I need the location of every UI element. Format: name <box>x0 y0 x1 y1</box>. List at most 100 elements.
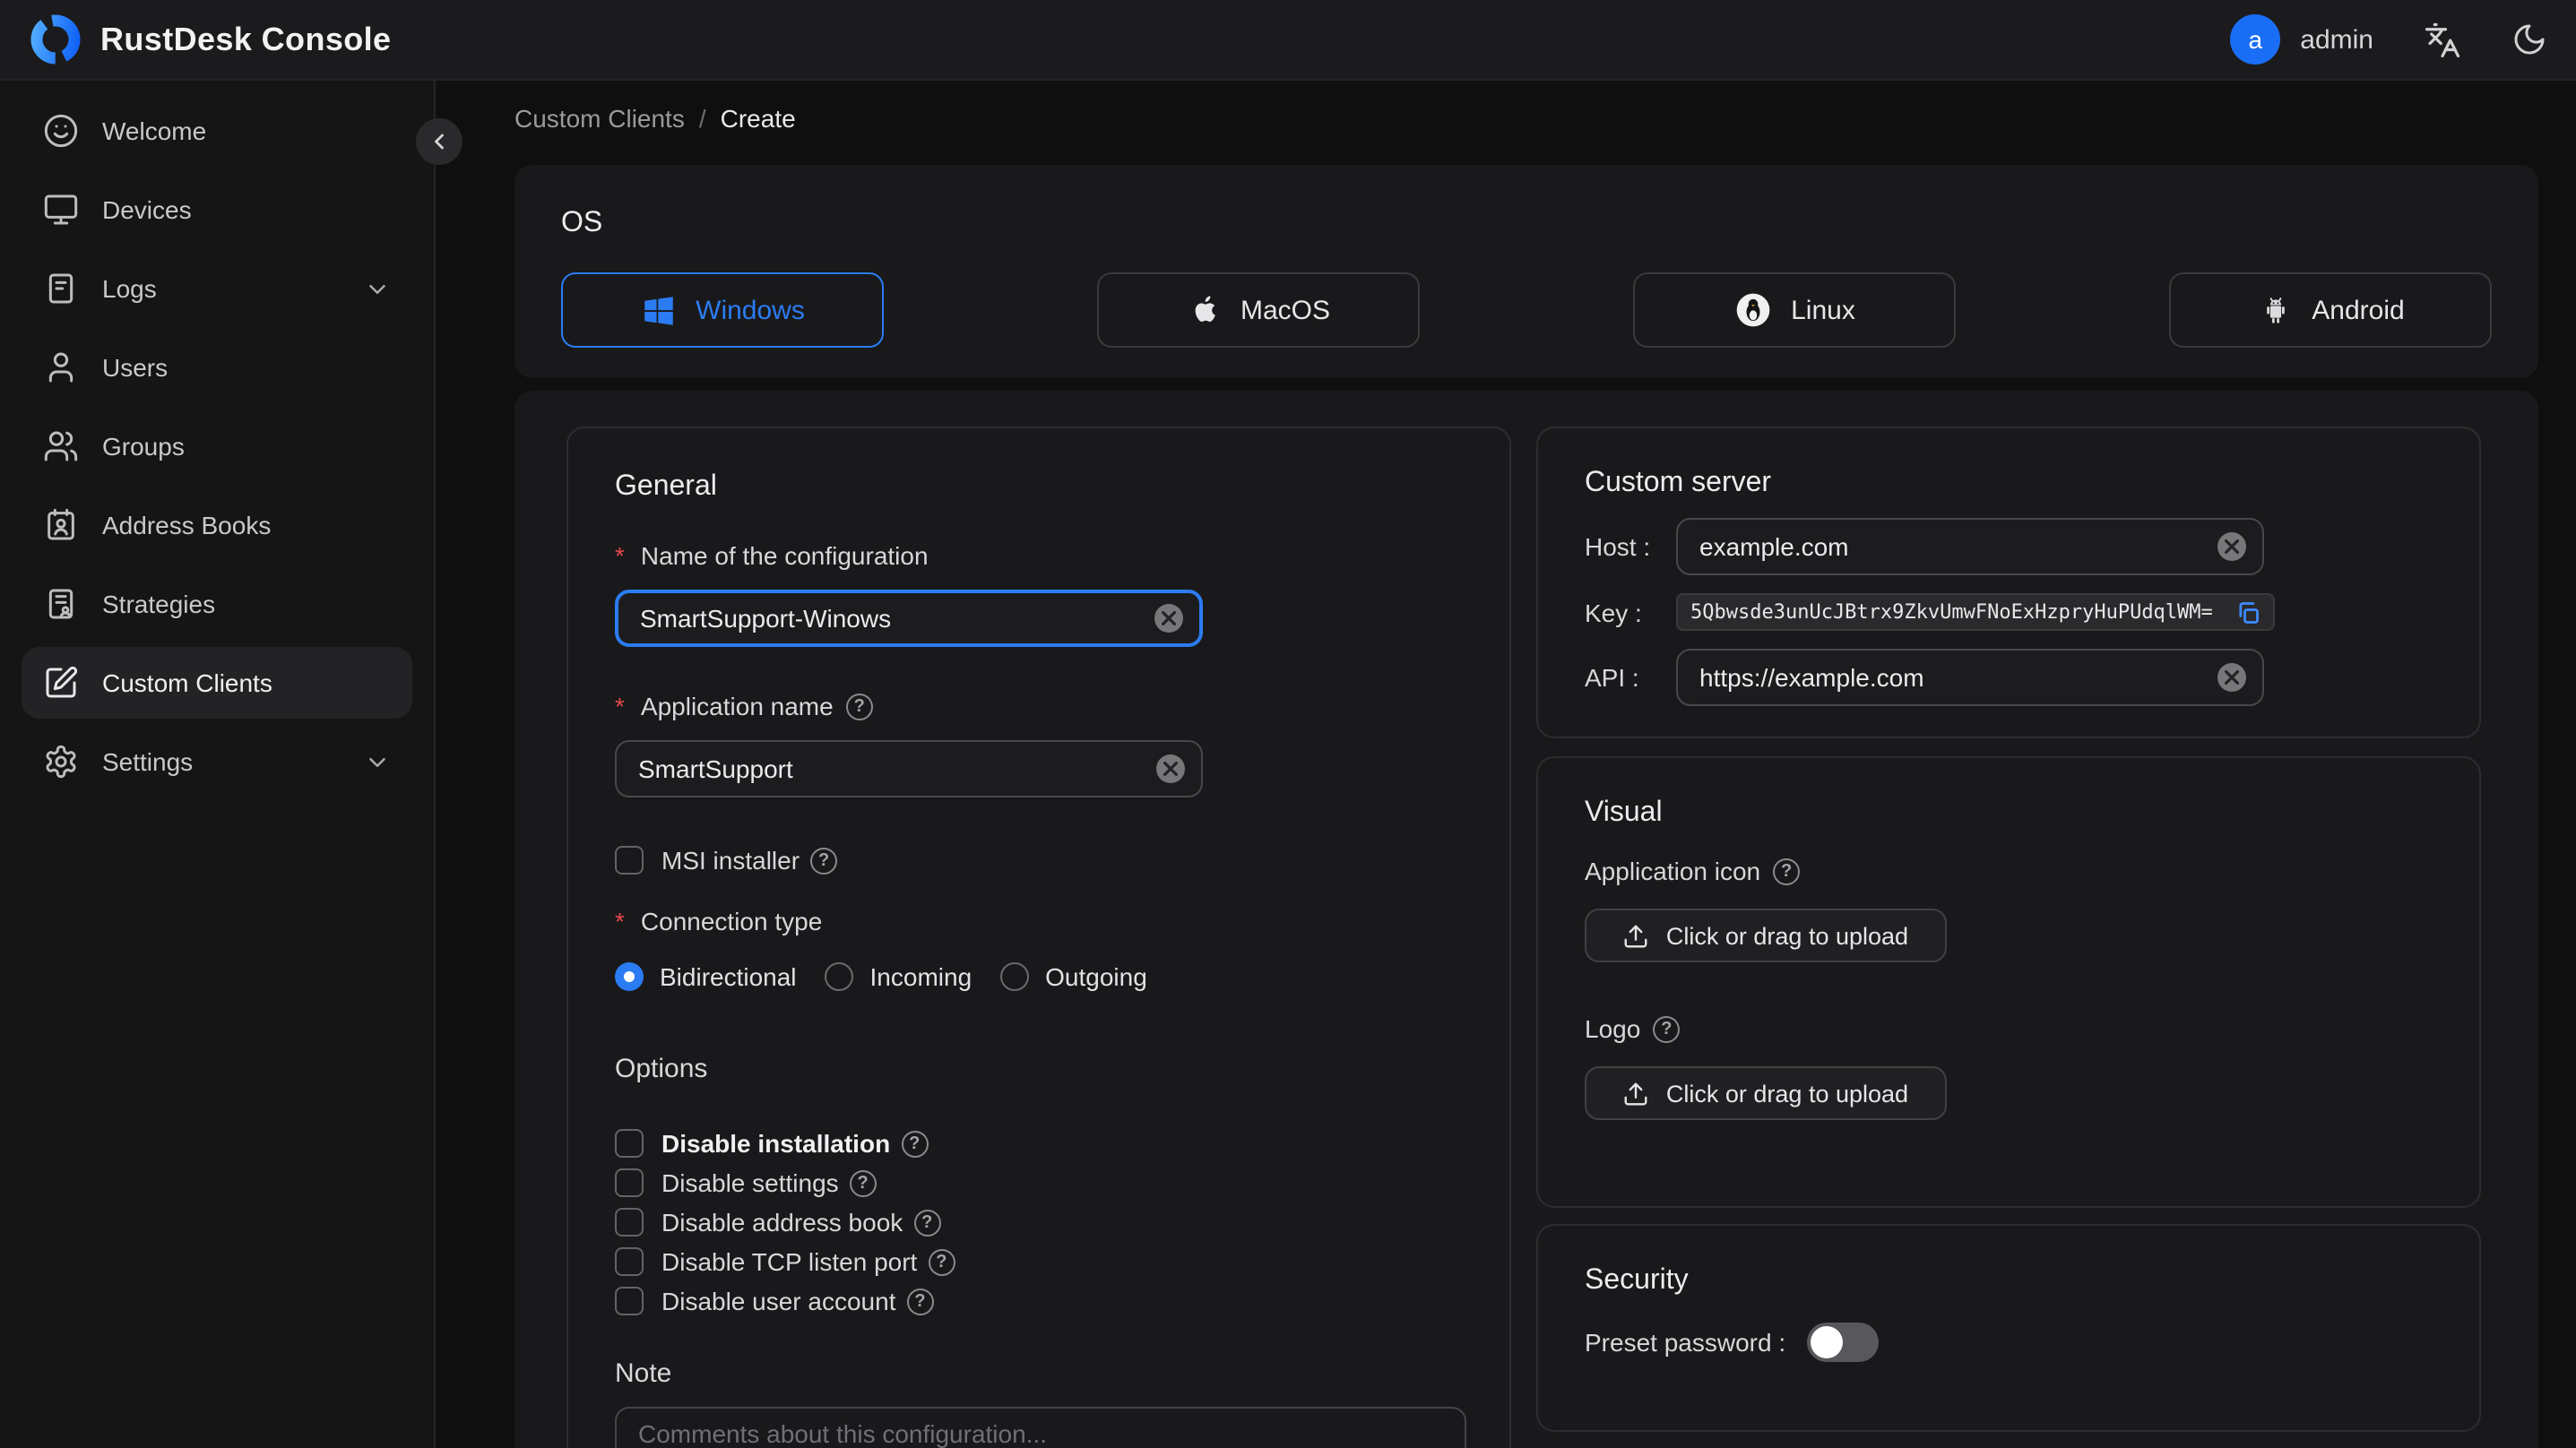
config-name-input[interactable] <box>640 604 1142 633</box>
avatar: a <box>2230 14 2281 65</box>
header-actions: a admin <box>2230 14 2547 65</box>
users-icon <box>43 428 79 464</box>
clear-icon[interactable] <box>1156 754 1185 783</box>
os-android-button[interactable]: Android <box>2169 272 2492 348</box>
key-label: Key : <box>1585 598 1642 626</box>
chevron-down-icon <box>364 275 391 302</box>
help-icon[interactable]: ? <box>901 1130 929 1157</box>
sidebar-item-welcome[interactable]: Welcome <box>22 95 412 167</box>
radio-outgoing[interactable]: Outgoing <box>1000 962 1147 991</box>
help-icon[interactable]: ? <box>849 1169 877 1196</box>
upload-button-label: Click or drag to upload <box>1665 1080 1909 1107</box>
sidebar-collapse-button[interactable] <box>416 118 462 165</box>
strategy-file-icon <box>43 586 79 622</box>
checkbox[interactable] <box>615 1287 644 1315</box>
upload-logo-button[interactable]: Click or drag to upload <box>1585 1066 1947 1120</box>
os-button-label: MacOS <box>1240 295 1330 325</box>
msi-installer-checkbox[interactable] <box>615 846 644 875</box>
clear-icon[interactable] <box>2217 663 2246 692</box>
contact-book-icon <box>43 507 79 543</box>
windows-icon <box>640 291 678 329</box>
user-name: admin <box>2300 24 2373 55</box>
preset-password-label: Preset password : <box>1585 1328 1786 1357</box>
preset-password-toggle[interactable] <box>1807 1323 1880 1362</box>
edit-square-icon <box>43 665 79 701</box>
user-icon <box>43 349 79 385</box>
option-disable-address-book[interactable]: Disable address book ? <box>615 1206 1463 1238</box>
clear-icon[interactable] <box>1154 604 1183 633</box>
os-button-label: Android <box>2312 295 2405 325</box>
help-icon[interactable]: ? <box>845 693 873 720</box>
checkbox[interactable] <box>615 1208 644 1237</box>
language-icon[interactable] <box>2424 21 2461 58</box>
upload-icon <box>1623 922 1650 949</box>
api-row: API : <box>1585 649 2433 706</box>
os-linux-button[interactable]: Linux <box>1633 272 1956 348</box>
app-title: RustDesk Console <box>100 21 392 56</box>
option-disable-tcp-listen-port[interactable]: Disable TCP listen port ? <box>615 1245 1463 1278</box>
os-panel: OS Windows MacOS Linux Android <box>514 165 2538 378</box>
connection-type-options: Bidirectional Incoming Outgoing <box>615 962 1463 991</box>
chevron-left-icon <box>427 129 452 154</box>
help-icon[interactable]: ? <box>1773 858 1801 884</box>
sidebar: Welcome Devices Logs Users Groups Addres… <box>0 81 436 1448</box>
app-logo[interactable]: RustDesk Console <box>29 13 392 66</box>
os-button-label: Linux <box>1791 295 1855 325</box>
note-label: Note <box>615 1358 672 1388</box>
required-asterisk: * <box>615 692 625 720</box>
app-name-label: * Application name ? <box>615 690 1463 722</box>
option-disable-installation[interactable]: Disable installation ? <box>615 1127 1463 1159</box>
sidebar-item-address-books[interactable]: Address Books <box>22 489 412 561</box>
key-value: 5Qbwsde3unUcJBtrx9ZkvUmwFNoExHzpryHuPUdq… <box>1690 600 2213 624</box>
help-icon[interactable]: ? <box>906 1288 934 1314</box>
general-card: General * Name of the configuration * Ap… <box>566 427 1511 1448</box>
key-field: 5Qbwsde3unUcJBtrx9ZkvUmwFNoExHzpryHuPUdq… <box>1676 593 2275 631</box>
os-panel-title: OS <box>561 208 603 238</box>
radio-incoming[interactable]: Incoming <box>825 962 972 991</box>
preset-password-row: Preset password : <box>1585 1323 2433 1362</box>
custom-server-card: Custom server Host : Key : 5Qbwsde3unUcJ… <box>1536 427 2481 738</box>
help-icon[interactable]: ? <box>928 1248 955 1275</box>
clear-icon[interactable] <box>2217 532 2246 561</box>
msi-installer-row[interactable]: MSI installer ? <box>615 844 1463 876</box>
upload-app-icon-button[interactable]: Click or drag to upload <box>1585 909 1947 962</box>
help-icon[interactable]: ? <box>913 1209 941 1236</box>
sidebar-item-logs[interactable]: Logs <box>22 253 412 324</box>
radio-button <box>1000 962 1030 991</box>
checkbox[interactable] <box>615 1129 644 1158</box>
sidebar-item-label: Settings <box>102 747 194 776</box>
option-disable-user-account[interactable]: Disable user account ? <box>615 1285 1463 1317</box>
sidebar-item-devices[interactable]: Devices <box>22 174 412 246</box>
os-windows-button[interactable]: Windows <box>561 272 884 348</box>
breadcrumb: Custom Clients / Create <box>514 102 2576 134</box>
sidebar-item-users[interactable]: Users <box>22 332 412 403</box>
breadcrumb-custom-clients[interactable]: Custom Clients <box>514 104 685 133</box>
checkbox[interactable] <box>615 1168 644 1197</box>
sidebar-item-settings[interactable]: Settings <box>22 726 412 797</box>
user-menu[interactable]: a admin <box>2230 14 2373 65</box>
note-textarea[interactable] <box>615 1407 1466 1448</box>
help-icon[interactable]: ? <box>1653 1015 1681 1042</box>
copy-icon[interactable] <box>2235 599 2260 625</box>
option-disable-settings[interactable]: Disable settings ? <box>615 1167 1463 1199</box>
host-label: Host : <box>1585 532 1651 561</box>
help-icon[interactable]: ? <box>810 847 838 874</box>
sidebar-item-groups[interactable]: Groups <box>22 410 412 482</box>
app-name-input[interactable] <box>638 754 1144 783</box>
host-row: Host : <box>1585 518 2433 575</box>
sidebar-item-custom-clients[interactable]: Custom Clients <box>22 647 412 719</box>
api-input[interactable] <box>1699 663 2205 692</box>
host-input[interactable] <box>1699 532 2205 561</box>
radio-bidirectional[interactable]: Bidirectional <box>615 962 797 991</box>
visual-title: Visual <box>1585 797 1663 828</box>
sidebar-item-label: Devices <box>102 195 192 224</box>
os-button-label: Windows <box>696 295 805 325</box>
sidebar-item-strategies[interactable]: Strategies <box>22 568 412 640</box>
dark-mode-moon-icon[interactable] <box>2511 22 2547 57</box>
checkbox[interactable] <box>615 1247 644 1276</box>
smile-icon <box>43 113 79 149</box>
msi-installer-label: MSI installer <box>661 846 800 875</box>
os-macos-button[interactable]: MacOS <box>1097 272 1420 348</box>
options-list: Disable installation ? Disable settings … <box>615 1127 1463 1317</box>
sidebar-item-label: Address Books <box>102 511 272 539</box>
